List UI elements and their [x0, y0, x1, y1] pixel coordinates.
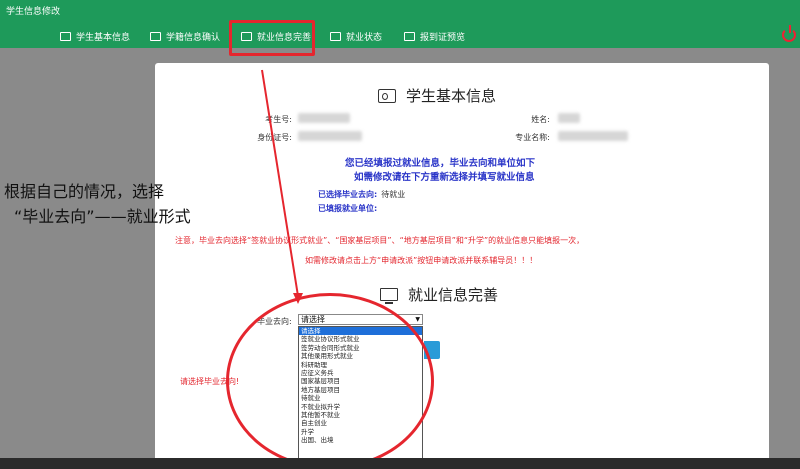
- bottom-bar: [0, 458, 800, 469]
- arrow-line: [261, 69, 299, 297]
- arrow-head: [293, 293, 303, 304]
- annotation-arrow: [261, 69, 303, 304]
